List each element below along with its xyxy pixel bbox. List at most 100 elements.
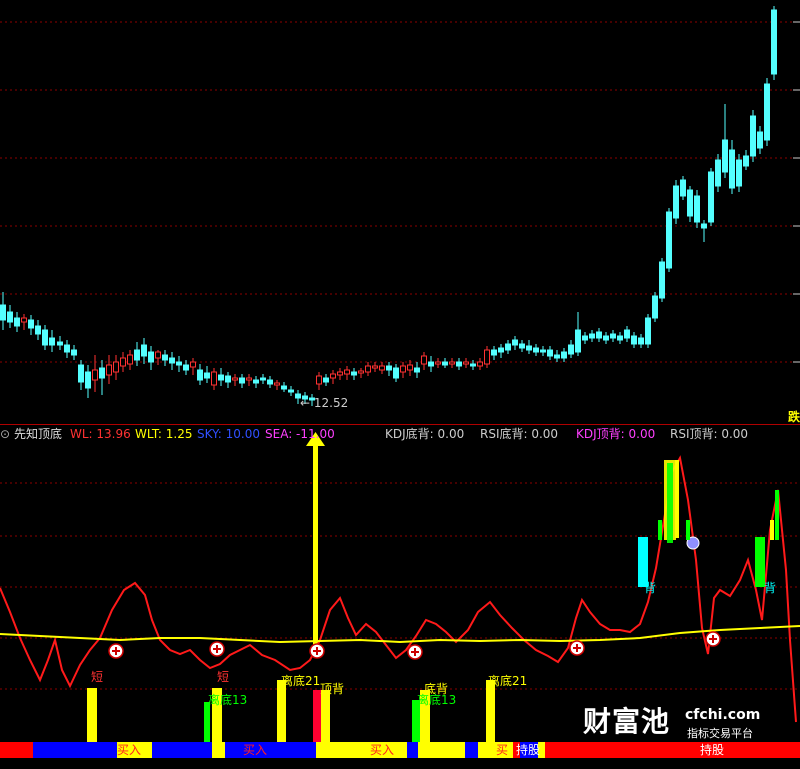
candle-down xyxy=(533,347,539,353)
top-zone xyxy=(658,520,662,540)
status-segment xyxy=(465,742,478,758)
candle-down xyxy=(757,131,763,149)
candle-down xyxy=(736,159,742,187)
candle-down xyxy=(624,329,630,339)
signal-arrow-shaft xyxy=(313,445,318,645)
candle-down xyxy=(505,343,511,351)
stock-chart-canvas[interactable] xyxy=(0,0,800,769)
signal-bar xyxy=(87,688,97,742)
wlt-line xyxy=(0,625,800,644)
candle-down xyxy=(659,261,665,299)
candle-up xyxy=(190,361,196,368)
edge-label: 跌 xyxy=(788,410,800,424)
candle-up xyxy=(463,361,469,365)
candle-down xyxy=(351,371,357,376)
candle-down xyxy=(722,139,728,173)
candle-down xyxy=(652,295,658,319)
top-zone xyxy=(686,520,690,540)
status-buy-4: 买 xyxy=(496,743,509,757)
status-buy-1: 买入 xyxy=(117,743,142,757)
candle-down xyxy=(14,317,20,327)
candle-down xyxy=(512,339,518,346)
candle-down xyxy=(386,365,392,371)
candle-down xyxy=(666,211,672,269)
grid-lines xyxy=(0,21,800,690)
top-zone xyxy=(775,490,779,540)
candle-up xyxy=(120,357,126,367)
status-buy-3: 买入 xyxy=(370,743,395,757)
signal-bar xyxy=(638,537,648,587)
back-label-3: 背 xyxy=(644,581,657,595)
kdj-top-value: KDJ顶背: 0.00 xyxy=(576,427,656,441)
candle-down xyxy=(85,371,91,389)
candle-down xyxy=(610,333,616,339)
candle-down xyxy=(239,377,245,384)
candle-up xyxy=(358,370,364,374)
candle-down xyxy=(183,364,189,371)
candle-down xyxy=(49,337,55,346)
top-zone xyxy=(770,520,774,540)
candle-down xyxy=(582,335,588,341)
candle-up xyxy=(484,349,490,365)
divergence-13-label-a: 离底13 xyxy=(208,693,248,707)
indicator-name[interactable]: 先知顶底 xyxy=(14,426,62,442)
candle-down xyxy=(253,379,259,384)
candle-up xyxy=(106,364,112,376)
candle-down xyxy=(764,83,770,141)
status-segment xyxy=(418,742,465,758)
candle-down xyxy=(554,354,560,359)
candle-down xyxy=(547,349,553,357)
candle-down xyxy=(57,341,63,346)
rsi-top-value: RSI顶背: 0.00 xyxy=(670,427,749,441)
candle-down xyxy=(218,374,224,381)
indicator-info-row: ⊙ 先知顶底 WL: 13.96 WLT: 1.25 SKY: 10.00 SE… xyxy=(0,426,800,442)
candle-down xyxy=(680,179,686,197)
candle-down xyxy=(715,159,721,187)
candle-up xyxy=(379,365,385,371)
candle-up xyxy=(155,351,161,359)
candle-up xyxy=(316,375,322,385)
candle-down xyxy=(603,335,609,341)
watermark-slogan: 指标交易平台 xyxy=(687,727,753,740)
candle-down xyxy=(288,389,294,393)
candle-down xyxy=(456,361,462,367)
candle-up xyxy=(372,365,378,369)
kdj-bottom-value: KDJ底背: 0.00 xyxy=(385,427,465,441)
candle-down xyxy=(568,344,574,355)
watermark-brand: 财富池 xyxy=(583,705,671,738)
status-buy-2: 买入 xyxy=(243,743,268,757)
candle-down xyxy=(169,357,175,364)
divergence-13-label-b: 离底13 xyxy=(417,693,457,707)
time-axis xyxy=(0,758,800,769)
low-price-marker: ← 12.52 xyxy=(300,396,349,410)
candle-up xyxy=(435,361,441,365)
status-hold-2: 持股 xyxy=(700,743,725,757)
candle-down xyxy=(645,317,651,345)
candle-down xyxy=(540,349,546,353)
candle-down xyxy=(99,367,105,379)
candle-up xyxy=(246,377,252,381)
candle-up xyxy=(274,382,280,386)
signal-bar xyxy=(321,690,330,742)
candle-down xyxy=(28,319,34,329)
candle-up xyxy=(127,354,133,365)
status-segment xyxy=(0,742,33,758)
candle-down xyxy=(7,311,13,323)
candle-up xyxy=(407,364,413,371)
candle-down xyxy=(729,149,735,189)
signal-bar xyxy=(486,680,495,742)
low-price-value: 12.52 xyxy=(313,396,349,410)
status-segment xyxy=(545,742,800,758)
candle-down xyxy=(694,195,700,223)
top-zone xyxy=(675,460,679,538)
candle-down xyxy=(141,344,147,357)
short-label-1: 短 xyxy=(91,670,104,684)
candle-down xyxy=(750,115,756,157)
candle-down xyxy=(442,361,448,366)
divergence-21-label-a: 离底21 xyxy=(281,674,321,688)
candle-down xyxy=(638,337,644,345)
candle-down xyxy=(267,379,273,385)
collapse-icon[interactable]: ⊙ xyxy=(0,426,10,442)
candle-down xyxy=(414,367,420,373)
candle-up xyxy=(421,355,427,365)
